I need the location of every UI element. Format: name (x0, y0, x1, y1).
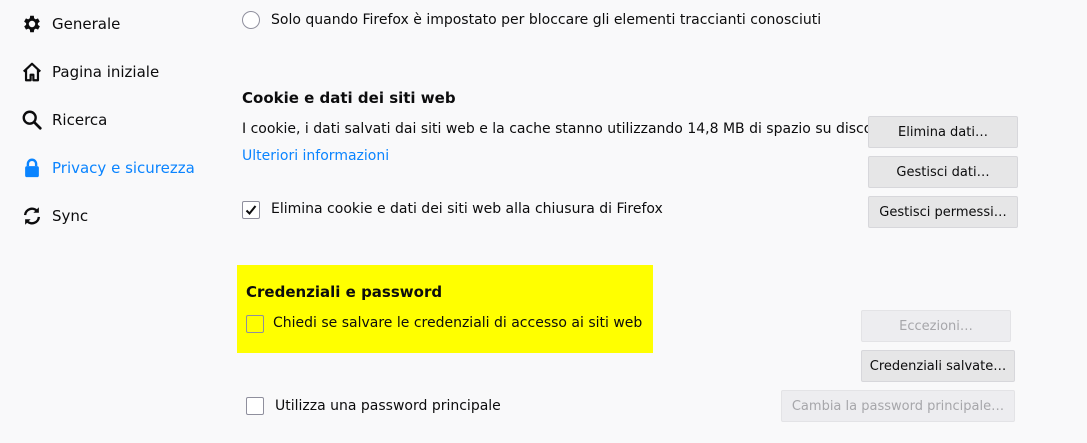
sidebar-item-privacy[interactable]: Privacy e sicurezza (20, 155, 195, 181)
delete-on-close-checkbox[interactable] (242, 201, 260, 219)
manage-permissions-button[interactable]: Gestisci permessi… (868, 196, 1018, 228)
gear-icon (20, 12, 44, 36)
ask-save-logins-checkbox[interactable] (246, 315, 264, 333)
change-master-password-button[interactable]: Cambia la password principale… (781, 390, 1015, 422)
sidebar-item-label: Pagina iniziale (52, 63, 160, 81)
home-icon (20, 60, 44, 84)
logins-heading: Credenziali e password (246, 283, 443, 301)
ask-save-logins-label: Chiedi se salvare le credenziali di acce… (273, 315, 643, 331)
manage-data-button[interactable]: Gestisci dati… (868, 156, 1018, 188)
sidebar-item-generale[interactable]: Generale (20, 11, 120, 37)
sidebar-item-pagina-iniziale[interactable]: Pagina iniziale (20, 59, 159, 85)
tracking-known-only-radio[interactable] (242, 11, 260, 29)
search-icon (20, 108, 44, 132)
sync-icon (20, 204, 44, 228)
saved-logins-button[interactable]: Credenziali salvate… (861, 350, 1015, 382)
clear-data-button[interactable]: Elimina dati… (868, 116, 1018, 148)
tracking-known-only-label: Solo quando Firefox è impostato per bloc… (271, 12, 822, 28)
master-password-checkbox[interactable] (246, 397, 264, 415)
delete-on-close-label: Elimina cookie e dati dei siti web alla … (271, 201, 663, 217)
learn-more-link[interactable]: Ulteriori informazioni (242, 148, 389, 164)
cookies-heading: Cookie e dati dei siti web (242, 89, 456, 107)
sidebar-item-label: Generale (52, 15, 121, 33)
cookies-usage-description: I cookie, i dati salvati dai siti web e … (242, 121, 873, 137)
sidebar-item-label: Ricerca (52, 111, 108, 129)
master-password-label: Utilizza una password principale (275, 398, 501, 414)
exceptions-button[interactable]: Eccezioni… (861, 310, 1011, 342)
sidebar-item-label: Privacy e sicurezza (52, 159, 195, 177)
lock-icon (20, 156, 44, 180)
checkmark-icon (245, 205, 257, 215)
highlight-box (237, 265, 653, 353)
sidebar-item-ricerca[interactable]: Ricerca (20, 107, 107, 133)
sidebar-item-label: Sync (52, 207, 89, 225)
sidebar-item-sync[interactable]: Sync (20, 203, 88, 229)
